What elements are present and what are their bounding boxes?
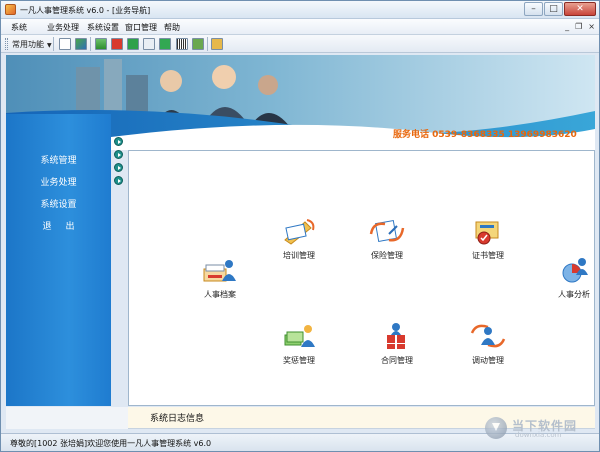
grid-icon[interactable] [95,38,107,50]
pdf-icon[interactable] [111,38,123,50]
arrow-bullet-icon[interactable] [114,150,123,159]
welcome-status: 尊敬的[1002 张培娟]欢迎您使用一凡人事管理系统 v6.0 [10,439,212,448]
service-phone: 服务电话 0539-8368335 13969983620 [393,130,577,140]
arrow-bullet-icon[interactable] [114,176,123,185]
module-navigation-area: 培训管理 保险管理 证书管理 人事档案 人事分析 奖惩管理 合同管理 调动管理 [128,150,595,406]
toolbar: 常用功能 ▼ [1,35,599,53]
contract-icon [387,323,405,349]
maximize-button[interactable]: □ [544,2,563,16]
book-icon[interactable] [192,38,204,50]
training-icon [284,219,315,245]
green-e-icon[interactable] [127,38,139,50]
barcode-icon[interactable] [176,38,188,50]
toolbar-separator [53,37,54,51]
module-label: 人事分析 [558,290,590,299]
window-controls: – □ ✕ [523,2,596,16]
menu-help[interactable]: 帮助 [164,22,180,33]
reward-punish-icon [284,325,315,347]
left-nav: 系统管理 业务处理 系统设置 退出 [6,150,111,238]
nav-system-management[interactable]: 系统管理 [6,150,111,172]
nav-system-settings[interactable]: 系统设置 [6,194,111,216]
menu-business[interactable]: 业务处理 [47,22,79,33]
minimize-button[interactable]: – [524,2,543,16]
arrow-bullet-icon[interactable] [114,163,123,172]
app-window: 一凡人事管理系统 v6.0 - [业务导航] – □ ✕ 系统 业务处理 系统设… [0,0,600,452]
menu-system[interactable]: 系统 [11,22,27,33]
arrow-bullet-icon[interactable] [114,137,123,146]
common-functions-dropdown[interactable]: 常用功能 ▼ [12,39,52,50]
mdi-restore-button[interactable]: ❐ [575,22,582,31]
module-contract[interactable]: 合同管理 [362,321,432,366]
menu-settings[interactable]: 系统设置 [87,22,119,33]
module-training[interactable]: 培训管理 [264,216,334,261]
module-label: 人事档案 [204,290,236,299]
menu-window[interactable]: 窗口管理 [125,22,157,33]
module-label: 培训管理 [283,251,315,260]
nav-bullets [114,137,126,189]
title-bar: 一凡人事管理系统 v6.0 - [业务导航] – □ ✕ [1,1,599,19]
watermark-sub: downxia.com [515,431,562,439]
transfer-management-icon [470,324,506,348]
exit-icon[interactable] [211,38,223,50]
left-bottom-spacer [6,407,128,429]
toolbar-grip[interactable] [5,38,8,50]
watermark: 当下软件园 downxia.com [485,417,597,441]
module-insurance[interactable]: 保险管理 [352,216,422,261]
module-label: 保险管理 [371,251,403,260]
dropdown-arrow-icon: ▼ [47,42,52,49]
module-certificate[interactable]: 证书管理 [453,216,523,261]
mdi-minimize-button[interactable]: _ [565,22,569,31]
left-nav-panel: 系统管理 业务处理 系统设置 退出 [6,114,111,406]
module-label: 调动管理 [472,356,504,365]
module-personnel-file[interactable]: 人事档案 [185,255,255,300]
window-title: 一凡人事管理系统 v6.0 - [业务导航] [20,6,151,15]
certificate-icon [475,221,499,245]
mdi-controls: _ ❐ × [565,22,595,31]
analysis-icon [562,258,588,283]
menu-bar: 系统 业务处理 系统设置 窗口管理 帮助 _ ❐ × [1,19,599,35]
module-label: 合同管理 [381,356,413,365]
module-label: 奖惩管理 [283,356,315,365]
module-reward-punish[interactable]: 奖惩管理 [264,321,334,366]
common-functions-label: 常用功能 [12,40,44,49]
nav-exit[interactable]: 退出 [6,216,111,238]
personnel-file-icon [203,260,236,282]
module-transfer[interactable]: 调动管理 [453,321,523,366]
system-log-label: 系统日志信息 [150,414,205,424]
green-c-icon[interactable] [159,38,171,50]
watermark-logo-icon [485,417,507,439]
card-icon[interactable] [143,38,155,50]
close-button[interactable]: ✕ [564,2,596,16]
transfer-icon[interactable] [75,38,87,50]
module-label: 证书管理 [472,251,504,260]
insurance-icon [369,219,405,243]
module-analysis[interactable]: 人事分析 [539,255,599,300]
document-icon[interactable] [59,38,71,50]
app-icon[interactable] [5,4,16,15]
toolbar-separator [207,37,208,51]
nav-business-processing[interactable]: 业务处理 [6,172,111,194]
toolbar-separator [90,37,91,51]
mdi-close-button[interactable]: × [588,22,595,31]
